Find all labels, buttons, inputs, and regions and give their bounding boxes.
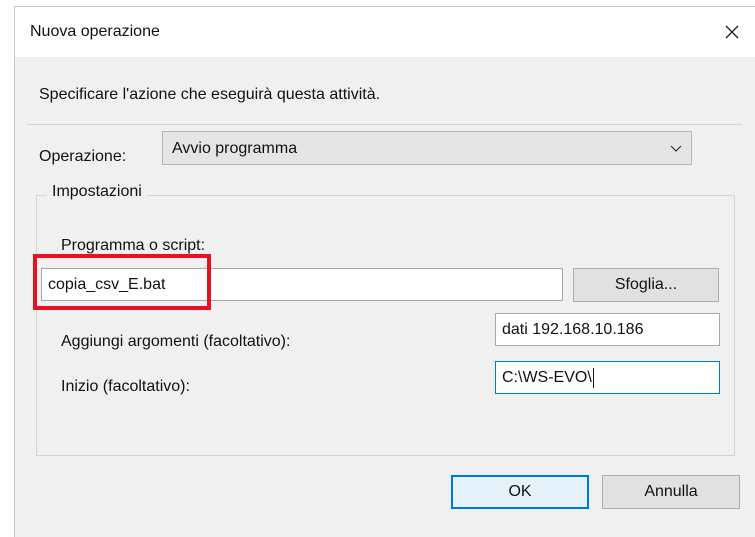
ok-button-label: OK [508,483,532,500]
arguments-label: Aggiungi argomenti (facoltativo): [61,333,291,350]
chevron-down-icon [670,145,682,152]
close-button[interactable] [709,7,755,57]
cancel-button[interactable]: Annulla [602,475,740,509]
close-icon [725,25,739,39]
program-label: Programma o script: [61,237,206,254]
ok-button[interactable]: OK [451,475,589,509]
start-in-input-value: C:\WS-EVO\ [502,368,592,386]
red-highlight-box [33,254,211,310]
text-caret [592,367,594,388]
action-description: Specificare l'azione che eseguirà questa… [39,86,381,103]
arguments-input[interactable]: dati 192.168.10.186 [495,313,720,346]
browse-button[interactable]: Sfoglia... [573,268,719,302]
start-in-label: Inizio (facoltativo): [61,378,190,395]
operation-dropdown[interactable]: Avvio programma [162,131,692,165]
arguments-input-value: dati 192.168.10.186 [502,320,644,338]
settings-group-label: Impostazioni [47,183,147,201]
operation-selected-value: Avvio programma [172,140,298,157]
operation-label: Operazione: [39,148,127,165]
title-bar: Nuova operazione [15,7,755,57]
separator [27,124,742,125]
dialog-title: Nuova operazione [30,23,160,40]
cancel-button-label: Annulla [644,483,698,500]
start-in-input[interactable]: C:\WS-EVO\ [495,361,720,394]
dialog-body: Specificare l'azione che eseguirà questa… [15,57,755,537]
dialog-window: Nuova operazione Specificare l'azione ch… [14,6,755,537]
browse-button-label: Sfoglia... [614,276,678,293]
